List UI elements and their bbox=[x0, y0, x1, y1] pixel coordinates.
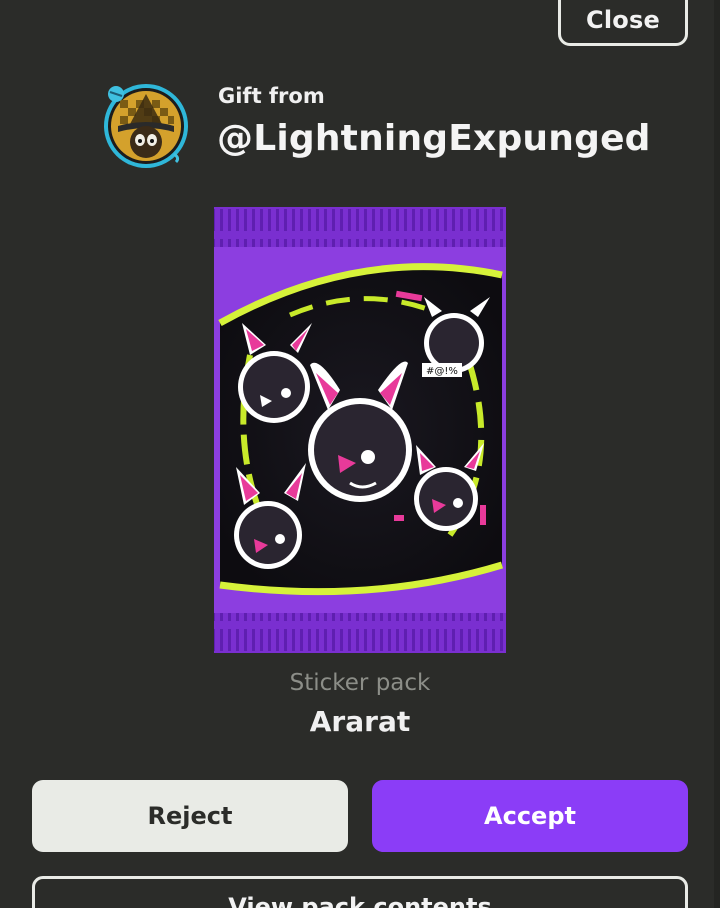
reject-button[interactable]: Reject bbox=[32, 780, 348, 852]
gift-from-label: Gift from bbox=[218, 84, 325, 108]
close-button[interactable]: Close bbox=[558, 0, 688, 46]
pack-type-label: Sticker pack bbox=[289, 670, 431, 696]
scroll-edge bbox=[714, 0, 720, 908]
avatar-icon[interactable] bbox=[100, 80, 192, 172]
accept-button[interactable]: Accept bbox=[372, 780, 688, 852]
view-pack-contents-button[interactable]: View pack contents bbox=[32, 876, 688, 908]
gift-screen: Close Gift from @LightningExpunged #@!% … bbox=[0, 0, 720, 908]
svg-text:#@!%: #@!% bbox=[426, 366, 458, 377]
sender-username[interactable]: @LightningExpunged bbox=[217, 118, 651, 159]
sticker-pack-icon[interactable]: #@!% bbox=[210, 205, 510, 655]
pack-name: Ararat bbox=[309, 705, 411, 738]
